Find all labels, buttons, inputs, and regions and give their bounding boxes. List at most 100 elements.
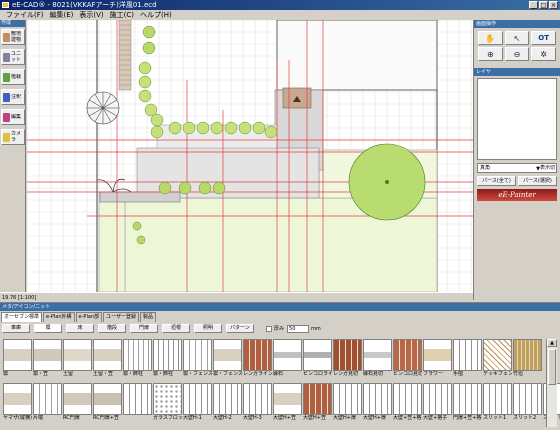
part-thumbnail[interactable]: デッキフェンス <box>483 339 512 379</box>
part-thumbnail[interactable] <box>123 383 152 423</box>
subtab-lighting[interactable]: 照明 <box>194 324 222 333</box>
subtab-stairs[interactable]: 階段 <box>98 324 126 333</box>
subtab-garage[interactable]: 車庫 <box>2 324 30 333</box>
part-thumbnail[interactable]: 縁石 <box>273 339 302 379</box>
pointer-icon[interactable]: ↖ <box>504 31 530 45</box>
display-toggle-label[interactable]: 表示切 <box>540 164 555 172</box>
part-thumbnail[interactable]: 大壁+格子 <box>423 383 452 423</box>
perspective-select-button[interactable]: パース(選択) <box>518 176 557 186</box>
part-bamboo-icon <box>513 339 542 371</box>
part-thumbnail[interactable]: スリット1 <box>483 383 512 423</box>
perspective-all-button[interactable]: パース(全て) <box>477 176 516 186</box>
part-thumbnail[interactable]: 土留・笠 <box>93 339 122 379</box>
part-caption: 大壁+格子 <box>423 415 448 421</box>
part-thumbnail[interactable]: 竹垣 <box>513 339 542 379</box>
gear-icon[interactable]: ✲ <box>531 47 556 61</box>
part-thumbnail[interactable]: スリット2 <box>513 383 542 423</box>
part-caption: スリット2 <box>513 415 537 421</box>
part-thumbnail[interactable]: 大壁+笠+格子 <box>393 383 422 423</box>
part-caption: 大壁H+笠 <box>303 415 326 421</box>
tool-plant[interactable]: 植栽 <box>1 69 25 85</box>
tab-user-registered[interactable]: ユーザー登録 <box>103 312 139 322</box>
part-frame-icon <box>123 383 152 415</box>
tool-edit[interactable]: 編集 <box>1 109 25 125</box>
part-thumbnail[interactable]: ヤマザ(縦横) <box>3 383 32 423</box>
part-thumbnail[interactable]: RC門扉 <box>63 383 92 423</box>
drawing-canvas[interactable] <box>27 20 473 292</box>
subtab-pattern[interactable]: パターン <box>226 324 254 333</box>
part-frame-icon <box>453 383 482 415</box>
maximize-icon[interactable]: □ <box>539 1 548 9</box>
part-thumbnail[interactable]: 塀 <box>3 339 32 379</box>
site-plan-drawing[interactable] <box>27 20 473 292</box>
part-thumbnail[interactable]: 塀・飾柱 <box>153 339 182 379</box>
view-angle-dropdown[interactable]: 真角 ▼ 表示切 <box>477 163 557 173</box>
tab-standard[interactable]: オーセブン標準 <box>1 312 43 322</box>
part-dots-icon <box>153 383 182 415</box>
shrub <box>142 25 156 39</box>
ot-icon[interactable]: OT <box>531 31 556 45</box>
part-thumbnail[interactable]: 大壁H+笠 <box>273 383 302 423</box>
part-frame-icon <box>393 383 422 415</box>
tab-eplan-parts[interactable]: e-Plan部 <box>75 312 103 322</box>
close-icon[interactable]: × <box>549 1 558 9</box>
subtab-gate[interactable]: 門扉 <box>130 324 158 333</box>
menu-edit[interactable]: 編集(E) <box>50 10 74 20</box>
thickness-input[interactable]: 50 <box>287 324 310 333</box>
minimize-icon[interactable]: _ <box>529 1 538 9</box>
scroll-up-icon[interactable]: ▲ <box>547 339 557 347</box>
part-thumbnail[interactable]: ピンコロライン <box>303 339 332 379</box>
tool-house[interactable]: 敷地建物 <box>1 29 25 45</box>
tool-camera[interactable]: カメラ <box>1 129 25 145</box>
part-thumbnail[interactable]: ピンコロ見切 <box>393 339 422 379</box>
scroll-thumb[interactable] <box>548 349 556 385</box>
annotation-icon <box>3 92 10 102</box>
part-thumbnail[interactable]: 塀・フェンス <box>213 339 242 379</box>
zoom-out-icon[interactable]: ⊖ <box>504 47 530 61</box>
thickness-checkbox[interactable] <box>266 325 272 332</box>
part-thumbnail[interactable]: 大壁H-2 <box>213 383 242 423</box>
subtab-floor[interactable]: 床 <box>66 324 94 333</box>
tab-products[interactable]: 製品 <box>139 312 156 322</box>
part-thumbnail[interactable]: 片端 <box>33 383 62 423</box>
thumbnail-scrollbar[interactable]: ▲ <box>546 339 557 427</box>
hand-pan-icon[interactable]: ✋ <box>478 31 503 45</box>
layer-list[interactable] <box>477 78 557 160</box>
part-thumbnail[interactable]: 大壁H+扉 <box>363 383 392 423</box>
part-thumbnail[interactable]: 大壁H-1 <box>183 383 212 423</box>
part-thumbnail[interactable]: 土留 <box>63 339 92 379</box>
menu-file[interactable]: ファイル(F) <box>6 10 44 20</box>
part-thumbnail[interactable]: ガラスブロック <box>153 383 182 423</box>
tab-eplan-exterior[interactable]: e-Plan外構 <box>43 312 75 322</box>
part-thumbnail[interactable]: 手摺 <box>453 339 482 379</box>
menu-view[interactable]: 表示(V) <box>79 10 103 20</box>
part-thumbnail[interactable]: 門扉+笠+格子 <box>453 383 482 423</box>
part-caption: 土留 <box>63 371 74 377</box>
ee-painter-logo[interactable]: eE-Painter <box>477 189 557 201</box>
part-wall-icon <box>3 339 32 371</box>
subtab-hedge[interactable]: 垣根 <box>162 324 190 333</box>
part-thumbnail[interactable]: フラワー <box>423 339 452 379</box>
menu-help[interactable]: ヘルプ(H) <box>140 10 172 20</box>
part-thumbnail[interactable]: 大壁H+扉 <box>333 383 362 423</box>
part-thumbnail[interactable]: 縁石見切 <box>363 339 392 379</box>
part-thumbnail[interactable]: レンガライン <box>243 339 272 379</box>
part-caption: 片端 <box>33 415 44 421</box>
zoom-in-icon[interactable]: ⊕ <box>478 47 503 61</box>
part-caption: 大壁H+笠 <box>273 415 296 421</box>
tool-annotation[interactable]: 注釈 <box>1 89 25 105</box>
part-frame-icon <box>423 383 452 415</box>
part-wall-icon <box>213 339 242 371</box>
part-caption: フラワー <box>423 371 444 377</box>
subtab-wall[interactable]: 塀 <box>34 324 62 333</box>
part-thumbnail[interactable]: 大壁H+笠 <box>303 383 332 423</box>
part-thumbnail[interactable]: レンガ見切 <box>333 339 362 379</box>
menu-construction[interactable]: 施工(C) <box>110 10 134 20</box>
shrub <box>158 181 172 195</box>
part-thumbnail[interactable]: RC門扉+笠 <box>93 383 122 423</box>
part-thumbnail[interactable]: 塀・フェンス <box>183 339 212 379</box>
part-thumbnail[interactable]: 塀・飾柱 <box>123 339 152 379</box>
part-thumbnail[interactable]: 塀・笠 <box>33 339 62 379</box>
part-thumbnail[interactable]: 大壁H-3 <box>243 383 272 423</box>
tool-unit[interactable]: ユニット <box>1 49 25 65</box>
